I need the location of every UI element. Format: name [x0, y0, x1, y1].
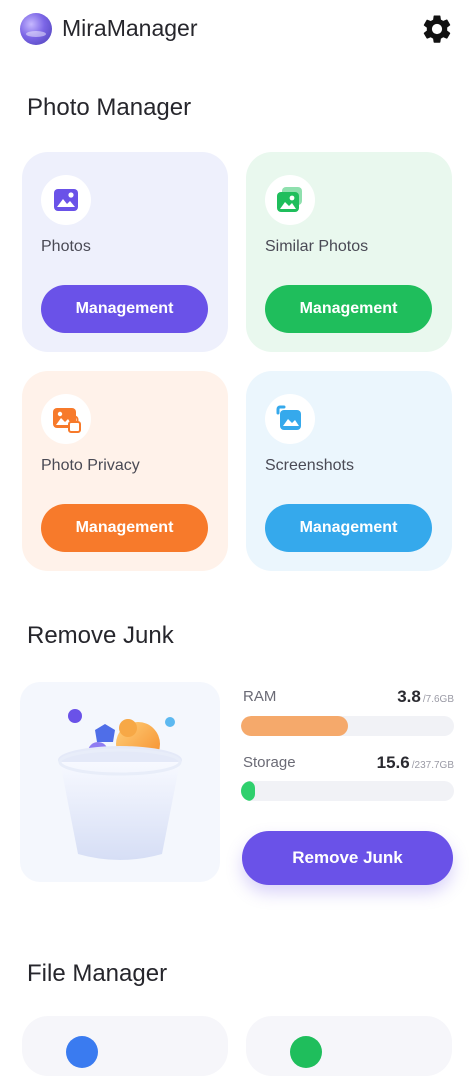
storage-total: /237.7GB: [411, 760, 454, 771]
ram-progress-bar: [241, 716, 454, 736]
ram-total: /7.6GB: [422, 694, 454, 705]
ram-usage: 3.8/7.6GB: [397, 687, 454, 707]
ram-value: 3.8: [397, 687, 421, 706]
similar-photos-card[interactable]: Similar Photos Management: [246, 152, 452, 352]
remove-junk-button[interactable]: Remove Junk: [242, 831, 453, 885]
storage-label: Storage: [243, 754, 296, 771]
trash-bin-illustration: [20, 682, 220, 882]
private-image-icon: [41, 394, 91, 444]
planet-logo-icon: [20, 13, 52, 45]
card-label: Similar Photos: [265, 238, 369, 255]
folder-icon: [66, 1036, 98, 1068]
document-icon: [290, 1036, 322, 1068]
photo-privacy-management-button[interactable]: Management: [41, 504, 208, 552]
file-card-2[interactable]: [246, 1016, 452, 1076]
photo-privacy-card[interactable]: Photo Privacy Management: [22, 371, 228, 571]
storage-value: 15.6: [376, 753, 410, 772]
app-title: MiraManager: [62, 15, 198, 41]
card-label: Photos: [41, 238, 91, 255]
photo-manager-title: Photo Manager: [27, 94, 192, 121]
card-label: Photo Privacy: [41, 457, 140, 474]
storage-progress-bar: [241, 781, 454, 801]
storage-progress-fill: [241, 781, 256, 801]
similar-photos-management-button[interactable]: Management: [265, 285, 432, 333]
file-manager-title: File Manager: [27, 960, 168, 987]
card-label: Screenshots: [265, 457, 354, 474]
photos-card[interactable]: Photos Management: [22, 152, 228, 352]
ram-progress-fill: [241, 716, 348, 736]
similar-images-icon: [265, 175, 315, 225]
file-card-1[interactable]: [22, 1016, 228, 1076]
screenshot-icon: [265, 394, 315, 444]
storage-usage: 15.6/237.7GB: [377, 753, 454, 773]
ram-label: RAM: [243, 688, 277, 705]
image-icon: [41, 175, 91, 225]
app-bar: MiraManager: [0, 0, 474, 60]
remove-junk-title: Remove Junk: [27, 622, 174, 649]
photos-management-button[interactable]: Management: [41, 285, 208, 333]
gear-icon[interactable]: [420, 12, 454, 46]
screenshots-card[interactable]: Screenshots Management: [246, 371, 452, 571]
screenshots-management-button[interactable]: Management: [265, 504, 432, 552]
